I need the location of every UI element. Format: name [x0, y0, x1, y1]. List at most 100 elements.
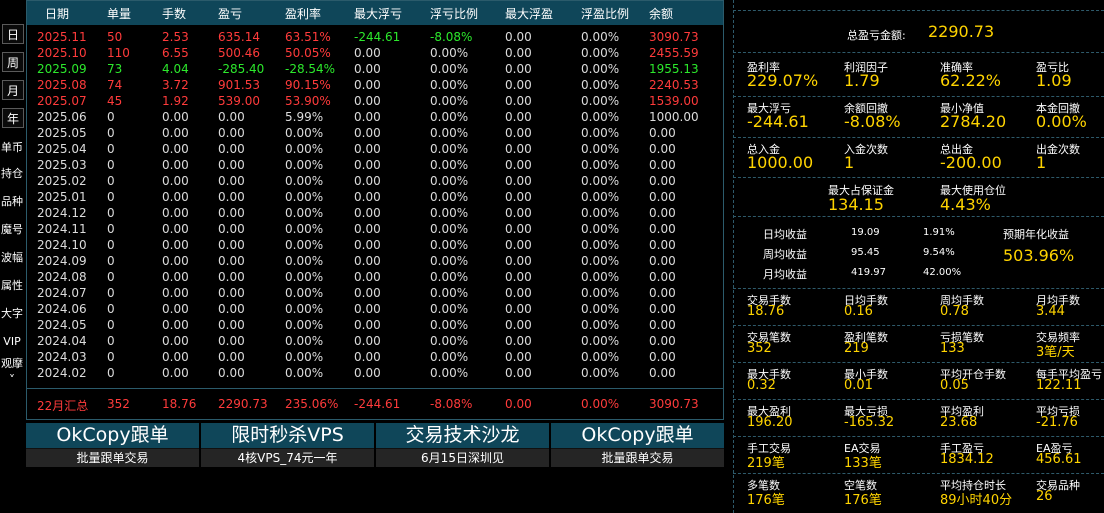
cell-orders: 0: [107, 254, 115, 268]
cell-max-float-profit: 0.00: [505, 270, 532, 284]
col-header-lots[interactable]: 手数: [162, 5, 186, 22]
ad-vps[interactable]: 限时秒杀VPS 4核VPS_74元一年: [201, 423, 374, 467]
stat-value: 219笔: [747, 456, 785, 471]
cell-date: 2024.11: [37, 222, 87, 236]
table-row[interactable]: 2024.07 0 0.00 0.00 0.00% 0.00 0.00% 0.00 0.00% 0…: [27, 285, 723, 301]
cell-float-profit-ratio: 0.00%: [581, 110, 620, 124]
cell-max-float-loss: 0.00: [354, 126, 381, 140]
stat-value: 1: [1036, 153, 1047, 172]
cell-date: 2024.04: [37, 334, 87, 348]
table-row[interactable]: 2025.08 74 3.72 901.53 90.15% 0.00 0.00% 0.00 0.…: [27, 77, 723, 93]
side-link-attributes[interactable]: 属性: [0, 276, 24, 296]
side-link-magic[interactable]: 魔号: [0, 220, 24, 240]
table-row[interactable]: 2025.03 0 0.00 0.00 0.00% 0.00 0.00% 0.00 0.00% 0…: [27, 157, 723, 173]
cell-float-loss-ratio: 0.00%: [430, 366, 469, 380]
table-row[interactable]: 2025.05 0 0.00 0.00 0.00% 0.00 0.00% 0.00 0.00% 0…: [27, 125, 723, 141]
cell-pnl: 0.00: [218, 366, 245, 380]
cell-lots: 0.00: [162, 126, 189, 140]
cell-orders: 0: [107, 318, 115, 332]
summary-float-loss-ratio: -8.08%: [430, 397, 473, 411]
table-row[interactable]: 2024.08 0 0.00 0.00 0.00% 0.00 0.00% 0.00 0.00% 0…: [27, 269, 723, 285]
summary-float-profit-ratio: 0.00%: [581, 397, 620, 411]
cell-balance: 0.00: [649, 158, 676, 172]
ad-subtitle: 6月15日深圳见: [376, 449, 549, 467]
tab-week[interactable]: 周: [2, 52, 24, 72]
cell-lots: 3.72: [162, 78, 189, 92]
cell-orders: 0: [107, 110, 115, 124]
ad-salon[interactable]: 交易技术沙龙 6月15日深圳见: [376, 423, 549, 467]
col-header-max-float-loss[interactable]: 最大浮亏: [354, 5, 402, 22]
cell-date: 2025.06: [37, 110, 87, 124]
cell-lots: 4.04: [162, 62, 189, 76]
col-header-float-loss-ratio[interactable]: 浮亏比例: [430, 5, 478, 22]
cell-max-float-loss: 0.00: [354, 158, 381, 172]
table-row[interactable]: 2024.10 0 0.00 0.00 0.00% 0.00 0.00% 0.00 0.00% 0…: [27, 237, 723, 253]
stat-value: 352: [747, 341, 772, 356]
col-header-orders[interactable]: 单量: [107, 5, 131, 22]
cell-lots: 0.00: [162, 334, 189, 348]
side-link-single-currency[interactable]: 单币: [0, 138, 24, 158]
tab-month[interactable]: 月: [2, 80, 24, 100]
table-row[interactable]: 2024.04 0 0.00 0.00 0.00% 0.00 0.00% 0.00 0.00% 0…: [27, 333, 723, 349]
side-link-vip[interactable]: VIP: [0, 332, 24, 352]
table-row[interactable]: 2025.04 0 0.00 0.00 0.00% 0.00 0.00% 0.00 0.00% 0…: [27, 141, 723, 157]
cell-profit-rate: 0.00%: [285, 318, 324, 332]
table-row[interactable]: 2025.02 0 0.00 0.00 0.00% 0.00 0.00% 0.00 0.00% 0…: [27, 173, 723, 189]
table-row[interactable]: 2025.09 73 4.04 -285.40 -28.54% 0.00 0.00% 0.00…: [27, 61, 723, 77]
side-link-positions[interactable]: 持仓: [0, 164, 24, 184]
cell-float-loss-ratio: 0.00%: [430, 302, 469, 316]
table-row[interactable]: 2025.07 45 1.92 539.00 53.90% 0.00 0.00% 0.00 0.…: [27, 93, 723, 109]
cell-orders: 0: [107, 238, 115, 252]
col-header-pnl[interactable]: 盈亏: [218, 5, 242, 22]
stat-value: 176笔: [747, 493, 785, 508]
section-divider: [733, 362, 1104, 363]
col-header-balance[interactable]: 余额: [649, 5, 673, 22]
table-row[interactable]: 2024.06 0 0.00 0.00 0.00% 0.00 0.00% 0.00 0.00% 0…: [27, 301, 723, 317]
tab-day[interactable]: 日: [2, 24, 24, 44]
col-header-max-float-profit[interactable]: 最大浮盈: [505, 5, 553, 22]
cell-float-loss-ratio: 0.00%: [430, 222, 469, 236]
cell-pnl: 500.46: [218, 46, 260, 60]
cell-balance: 0.00: [649, 238, 676, 252]
weekly-avg-percent: 9.54%: [923, 247, 955, 258]
col-header-date[interactable]: 日期: [45, 5, 69, 22]
side-link-amplitude[interactable]: 波幅: [0, 248, 24, 268]
cell-max-float-profit: 0.00: [505, 238, 532, 252]
cell-orders: 0: [107, 366, 115, 380]
cell-max-float-loss: 0.00: [354, 334, 381, 348]
cell-max-float-profit: 0.00: [505, 158, 532, 172]
side-link-large-font[interactable]: 大字: [0, 304, 24, 324]
col-header-profit-rate[interactable]: 盈利率: [285, 5, 321, 22]
cell-pnl: 0.00: [218, 174, 245, 188]
side-link-symbols[interactable]: 品种: [0, 192, 24, 212]
table-row[interactable]: 2024.03 0 0.00 0.00 0.00% 0.00 0.00% 0.00 0.00% 0…: [27, 349, 723, 365]
ad-subtitle: 批量跟单交易: [26, 449, 199, 467]
stat-value: 2784.20: [940, 112, 1007, 131]
tab-year[interactable]: 年: [2, 108, 24, 128]
chevron-down-icon[interactable]: ˅: [0, 370, 24, 390]
table-row[interactable]: 2024.09 0 0.00 0.00 0.00% 0.00 0.00% 0.00 0.00% 0…: [27, 253, 723, 269]
cell-orders: 74: [107, 78, 123, 92]
cell-date: 2024.12: [37, 206, 87, 220]
cell-lots: 6.55: [162, 46, 189, 60]
ad-okcopy-1[interactable]: OkCopy跟单 批量跟单交易: [26, 423, 199, 467]
table-row[interactable]: 2025.10 110 6.55 500.46 50.05% 0.00 0.00% 0.00 0…: [27, 45, 723, 61]
table-row[interactable]: 2024.11 0 0.00 0.00 0.00% 0.00 0.00% 0.00 0.00% 0…: [27, 221, 723, 237]
table-row[interactable]: 2025.11 50 2.53 635.14 63.51% -244.61 -8.08% 0.…: [27, 29, 723, 45]
section-divider: [733, 325, 1104, 326]
table-row[interactable]: 2024.05 0 0.00 0.00 0.00% 0.00 0.00% 0.00 0.00% 0…: [27, 317, 723, 333]
summary-orders: 352: [107, 397, 130, 411]
table-row[interactable]: 2025.01 0 0.00 0.00 0.00% 0.00 0.00% 0.00 0.00% 0…: [27, 189, 723, 205]
max-position-value: 4.43%: [940, 195, 991, 214]
cell-balance: 1955.13: [649, 62, 699, 76]
stat-value: 26: [1036, 489, 1053, 504]
cell-max-float-loss: 0.00: [354, 222, 381, 236]
ad-okcopy-2[interactable]: OkCopy跟单 批量跟单交易: [551, 423, 724, 467]
table-row[interactable]: 2024.02 0 0.00 0.00 0.00% 0.00 0.00% 0.00 0.00% 0…: [27, 365, 723, 381]
table-row[interactable]: 2025.06 0 0.00 0.00 5.99% 0.00 0.00% 0.00 0.00% 1…: [27, 109, 723, 125]
table-row[interactable]: 2024.12 0 0.00 0.00 0.00% 0.00 0.00% 0.00 0.00% 0…: [27, 205, 723, 221]
ad-subtitle: 批量跟单交易: [551, 449, 724, 467]
cell-pnl: 0.00: [218, 334, 245, 348]
cell-float-loss-ratio: -8.08%: [430, 30, 473, 44]
col-header-float-profit-ratio[interactable]: 浮盈比例: [581, 5, 629, 22]
